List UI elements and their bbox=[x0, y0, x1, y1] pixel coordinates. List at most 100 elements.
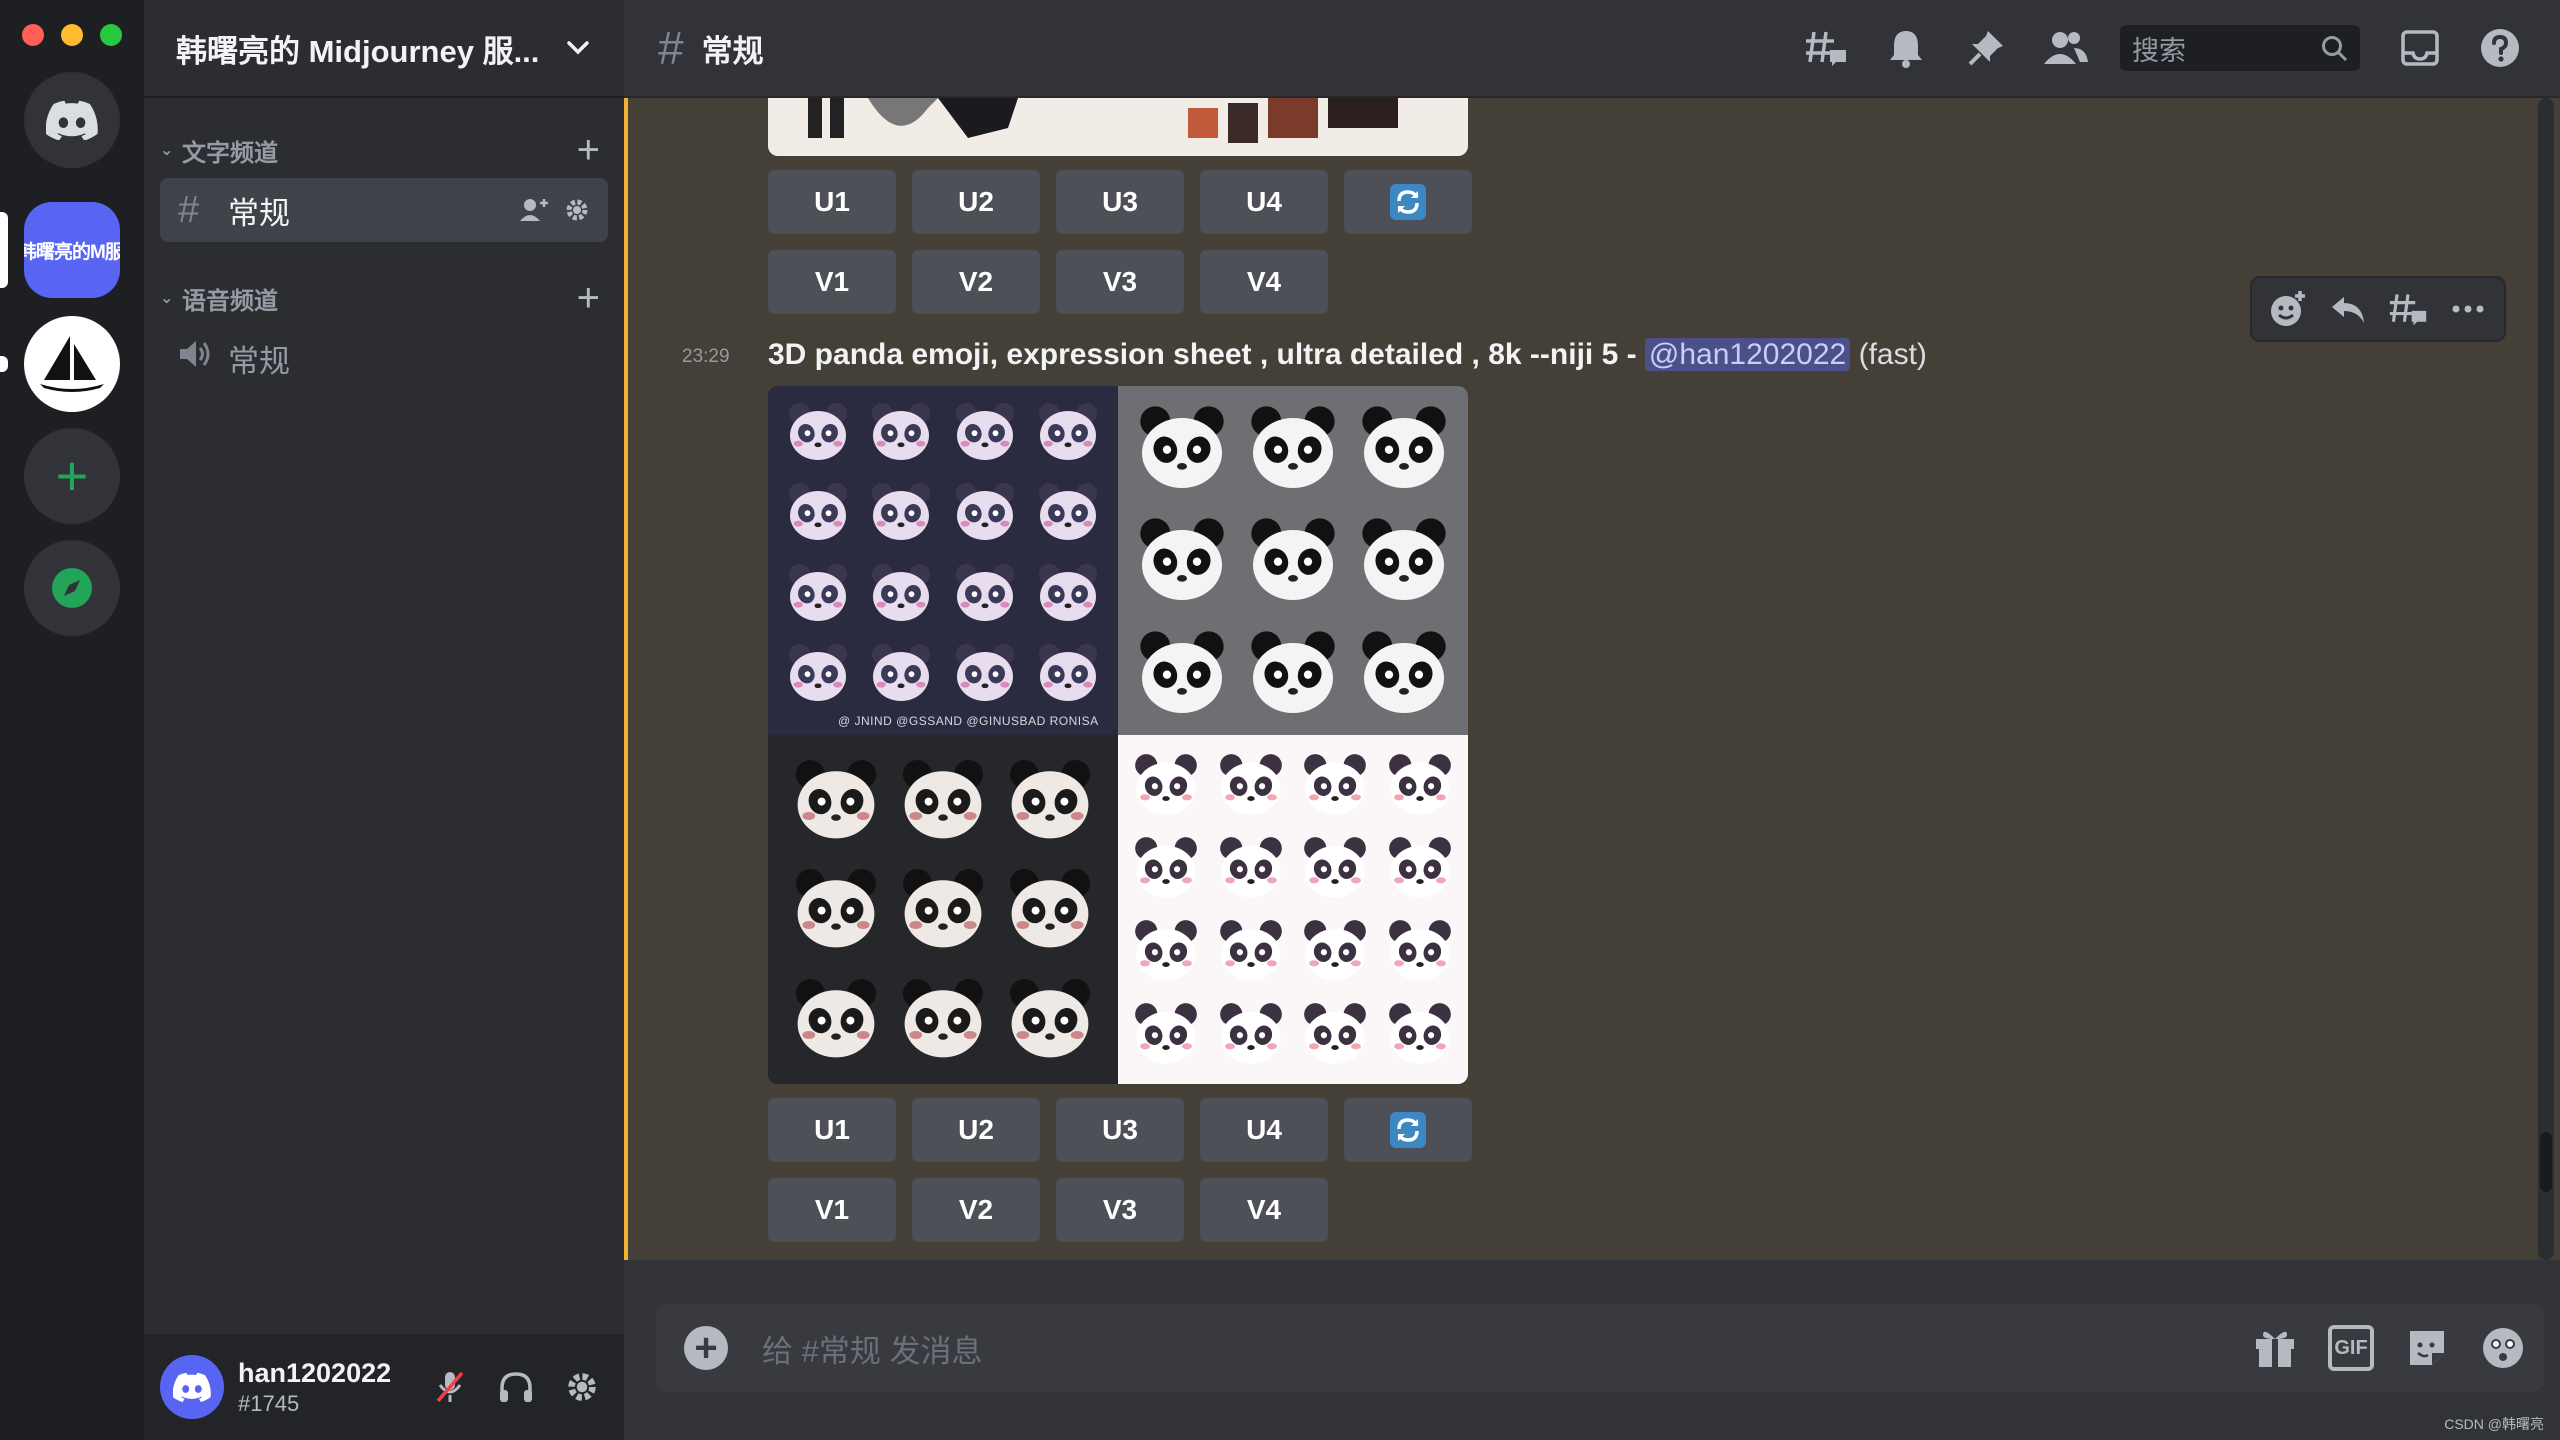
composer-tools: GIF bbox=[2252, 1325, 2526, 1371]
panda-face bbox=[1209, 826, 1294, 909]
avatar[interactable] bbox=[160, 1355, 224, 1419]
upscale-3-button[interactable]: U3 bbox=[1056, 1098, 1184, 1162]
server-han-midjourney[interactable]: 韩曙亮的M服务器 bbox=[24, 202, 120, 298]
variation-3-button[interactable]: V3 bbox=[1056, 1178, 1184, 1242]
upscale-buttons: U1 U2 U3 U4 bbox=[768, 1098, 1472, 1162]
gif-icon: GIF bbox=[2328, 1325, 2374, 1371]
invite-user-icon[interactable] bbox=[520, 197, 550, 223]
panda-face bbox=[997, 855, 1104, 965]
upscale-2-button[interactable]: U2 bbox=[912, 1098, 1040, 1162]
sticker-button[interactable] bbox=[2404, 1325, 2450, 1371]
scrollbar-thumb[interactable] bbox=[2540, 1132, 2552, 1192]
variation-2-button[interactable]: V2 bbox=[912, 250, 1040, 314]
server-header[interactable]: 韩曙亮的 Midjourney 服... bbox=[144, 0, 624, 98]
variation-2-button[interactable]: V2 bbox=[912, 1178, 1040, 1242]
user-settings-button[interactable] bbox=[564, 1369, 600, 1405]
gif-button[interactable]: GIF bbox=[2328, 1325, 2374, 1371]
server-rail: 韩曙亮的M服务器 + bbox=[0, 0, 144, 1440]
channel-item-voice-general[interactable]: 常规 bbox=[160, 326, 608, 390]
variation-4-button[interactable]: V4 bbox=[1200, 250, 1328, 314]
upscale-4-button[interactable]: U4 bbox=[1200, 1098, 1328, 1162]
create-thread-button[interactable] bbox=[2386, 287, 2430, 331]
upscale-1-button[interactable]: U1 bbox=[768, 1098, 896, 1162]
user-tag: #1745 bbox=[238, 1390, 300, 1416]
add-reaction-button[interactable] bbox=[2266, 287, 2310, 331]
gear-icon bbox=[568, 1373, 596, 1401]
channel-label: 常规 bbox=[228, 195, 290, 231]
user-mention[interactable]: @han1202022 bbox=[1644, 338, 1851, 371]
panda-face bbox=[1378, 743, 1463, 826]
direct-messages-button[interactable] bbox=[24, 72, 120, 168]
create-text-channel-button[interactable]: + bbox=[577, 130, 600, 170]
scrollbar-track[interactable] bbox=[2538, 98, 2554, 1260]
voice-channel-category[interactable]: ⌄ 语音频道 + bbox=[154, 278, 614, 318]
reply-button[interactable] bbox=[2326, 287, 2370, 331]
variation-4-button[interactable]: V4 bbox=[1200, 1178, 1328, 1242]
user-info[interactable]: han1202022 #1745 bbox=[238, 1358, 391, 1417]
threads-icon bbox=[1806, 31, 1846, 66]
text-channel-icon: # bbox=[658, 22, 684, 74]
search-icon bbox=[2322, 36, 2348, 62]
image-quadrant-4 bbox=[1118, 735, 1468, 1084]
upload-plus-button[interactable]: + bbox=[684, 1326, 728, 1370]
reroll-button[interactable] bbox=[1344, 170, 1472, 234]
search-input[interactable]: 搜索 bbox=[2120, 25, 2360, 71]
panda-face bbox=[1126, 617, 1237, 729]
panda-face bbox=[889, 964, 996, 1074]
refresh-icon bbox=[1390, 1112, 1426, 1148]
add-server-button[interactable]: + bbox=[24, 428, 120, 524]
mute-microphone-button[interactable] bbox=[432, 1369, 468, 1405]
panda-face bbox=[1124, 993, 1209, 1076]
panda-face bbox=[943, 392, 1027, 472]
inbox-button[interactable] bbox=[2380, 0, 2460, 96]
message-input[interactable]: 给 #常规 发消息 bbox=[762, 1326, 982, 1371]
variation-1-button[interactable]: V1 bbox=[768, 1178, 896, 1242]
emoji-button[interactable] bbox=[2480, 1325, 2526, 1371]
panda-face bbox=[1209, 910, 1294, 993]
variation-1-button[interactable]: V1 bbox=[768, 250, 896, 314]
close-window-button[interactable] bbox=[22, 24, 44, 46]
variation-3-button[interactable]: V3 bbox=[1056, 250, 1184, 314]
reroll-button[interactable] bbox=[1344, 1098, 1472, 1162]
deafen-button[interactable] bbox=[498, 1369, 534, 1405]
highlight-bar bbox=[624, 98, 628, 1260]
panda-face bbox=[1293, 743, 1378, 826]
panda-face bbox=[1349, 392, 1460, 504]
server-midjourney[interactable] bbox=[24, 316, 120, 412]
gift-icon bbox=[2256, 1331, 2294, 1367]
zoom-window-button[interactable] bbox=[100, 24, 122, 46]
category-label: 语音频道 bbox=[182, 287, 278, 315]
message-actions-toolbar bbox=[2250, 276, 2506, 342]
panda-face bbox=[776, 553, 860, 633]
minimize-window-button[interactable] bbox=[61, 24, 83, 46]
message-composer[interactable]: + 给 #常规 发消息 GIF bbox=[656, 1304, 2544, 1392]
upscale-3-button[interactable]: U3 bbox=[1056, 170, 1184, 234]
member-list-button[interactable] bbox=[2026, 0, 2106, 96]
username: han1202022 bbox=[238, 1357, 392, 1388]
threads-button[interactable] bbox=[1786, 0, 1866, 96]
create-voice-channel-button[interactable]: + bbox=[577, 278, 600, 318]
compass-icon bbox=[52, 568, 92, 608]
previous-image-attachment[interactable] bbox=[768, 98, 1468, 156]
upscale-2-button[interactable]: U2 bbox=[912, 170, 1040, 234]
chevron-down-icon bbox=[567, 41, 589, 55]
help-button[interactable] bbox=[2460, 0, 2540, 96]
more-options-button[interactable] bbox=[2446, 287, 2490, 331]
gift-button[interactable] bbox=[2252, 1325, 2298, 1371]
gear-icon[interactable] bbox=[564, 197, 590, 223]
ellipsis-icon bbox=[2452, 305, 2484, 313]
notification-settings-button[interactable] bbox=[1866, 0, 1946, 96]
channel-item-general[interactable]: # 常规 bbox=[160, 178, 608, 242]
panda-face bbox=[1124, 826, 1209, 909]
plus-icon: + bbox=[55, 444, 89, 507]
upscale-4-button[interactable]: U4 bbox=[1200, 170, 1328, 234]
speaker-icon bbox=[178, 337, 228, 380]
panda-face bbox=[1124, 910, 1209, 993]
panda-face bbox=[943, 633, 1027, 713]
image-grid-attachment[interactable]: @ JNIND @GSSAND @GINUSBAD RONISA bbox=[768, 386, 1468, 1084]
upscale-1-button[interactable]: U1 bbox=[768, 170, 896, 234]
pinned-messages-button[interactable] bbox=[1946, 0, 2026, 96]
variation-buttons-previous: V1 V2 V3 V4 bbox=[768, 250, 1328, 314]
text-channel-category[interactable]: ⌄ 文字频道 + bbox=[154, 130, 614, 170]
explore-servers-button[interactable] bbox=[24, 540, 120, 636]
